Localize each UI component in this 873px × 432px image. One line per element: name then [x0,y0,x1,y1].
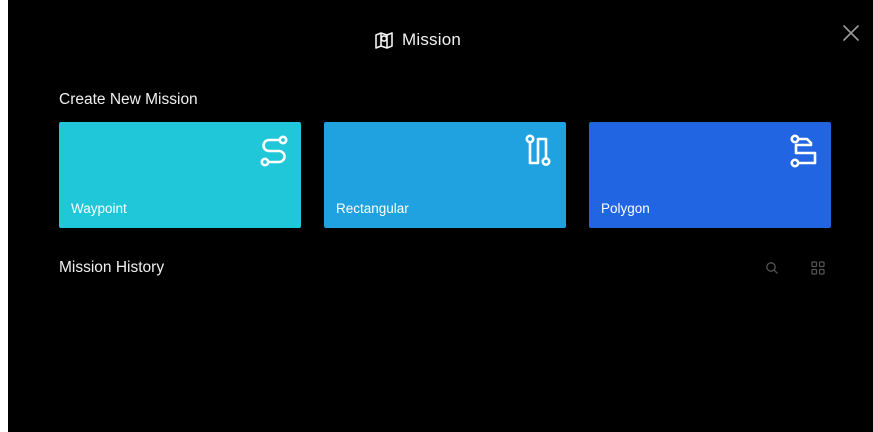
grid-view-icon [811,261,825,275]
mission-history-heading: Mission History [59,259,165,276]
search-button[interactable] [764,260,780,276]
waypoint-route-icon [259,134,289,168]
waypoint-card-label: Waypoint [71,201,127,216]
polygon-mission-card[interactable]: Polygon [589,122,831,228]
waypoint-mission-card[interactable]: Waypoint [59,122,301,228]
mission-dialog: Mission Create New Mission Waypoint Rect… [8,0,873,432]
rectangular-card-label: Rectangular [336,201,409,216]
polygon-card-label: Polygon [601,201,650,216]
dialog-title-group: Mission [374,28,461,52]
dialog-header: Mission [8,0,873,80]
map-icon [374,30,394,50]
close-button[interactable] [840,22,862,44]
rectangular-mission-card[interactable]: Rectangular [324,122,566,228]
history-toolbar [764,259,826,277]
search-icon [766,262,778,274]
dialog-title: Mission [402,30,462,49]
grid-view-button[interactable] [810,260,826,276]
rectangular-route-icon [524,134,554,168]
create-mission-heading: Create New Mission [59,91,198,108]
polygon-route-icon [789,134,819,168]
close-icon [843,25,859,41]
